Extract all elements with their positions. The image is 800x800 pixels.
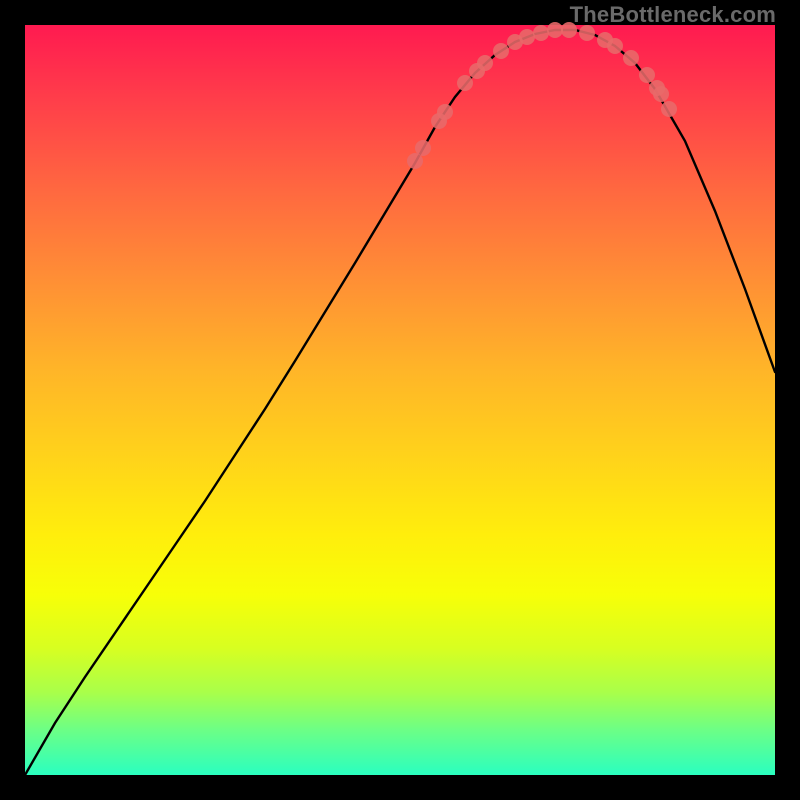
data-point	[661, 101, 677, 117]
chart-frame: TheBottleneck.com	[0, 0, 800, 800]
data-point	[519, 29, 535, 45]
data-point	[623, 50, 639, 66]
data-point	[415, 140, 431, 156]
data-point	[477, 55, 493, 71]
data-point	[639, 67, 655, 83]
data-point	[607, 38, 623, 54]
data-point	[653, 86, 669, 102]
data-point	[457, 75, 473, 91]
bottleneck-curve	[25, 30, 775, 775]
watermark-text: TheBottleneck.com	[570, 2, 776, 28]
data-point	[437, 104, 453, 120]
data-point	[493, 43, 509, 59]
curve-datapoints	[407, 22, 677, 169]
data-point	[533, 25, 549, 41]
chart-svg	[25, 25, 775, 775]
data-point	[547, 22, 563, 38]
